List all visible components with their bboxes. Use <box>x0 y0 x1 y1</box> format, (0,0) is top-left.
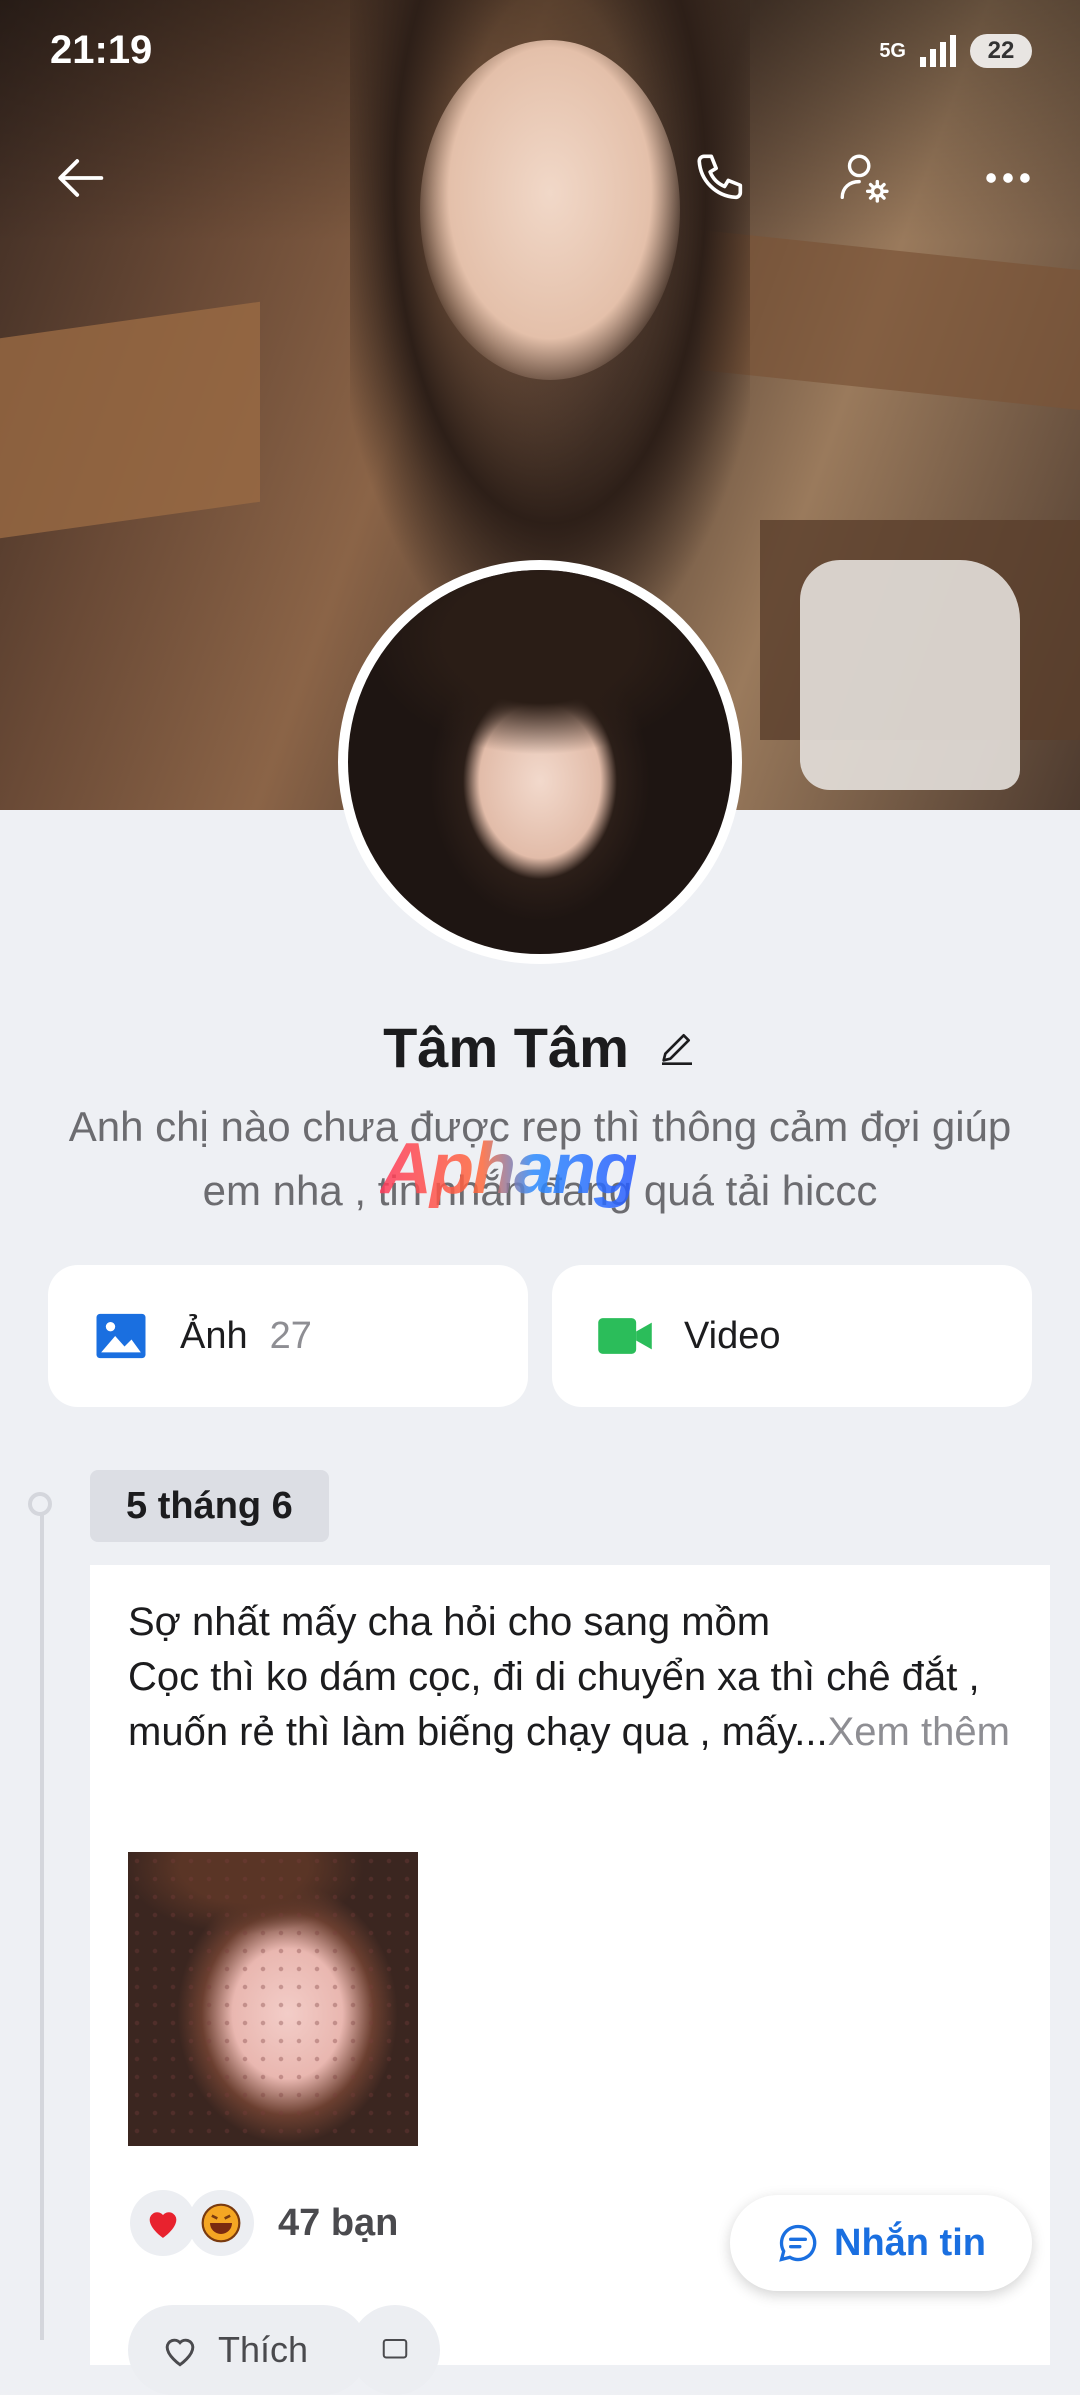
cover-decor <box>0 301 260 539</box>
laugh-reaction-icon <box>188 2190 254 2256</box>
videos-card[interactable]: Video <box>552 1265 1032 1407</box>
edit-name-button[interactable] <box>657 1015 697 1080</box>
cover-decor <box>800 560 1020 790</box>
status-indicators: 5G 22 <box>879 34 1032 68</box>
phone-icon <box>697 154 743 200</box>
post-photo[interactable] <box>128 1852 418 2146</box>
profile-name: Tâm Tâm <box>383 1016 629 1079</box>
photos-label: Ảnh <box>180 1314 248 1357</box>
cover-decor <box>700 230 1080 410</box>
status-time: 21:19 <box>50 28 153 72</box>
like-button[interactable]: Thích <box>128 2305 368 2395</box>
signal-icon <box>920 35 956 67</box>
chat-bubble-icon <box>779 2224 817 2262</box>
more-dots-icon <box>986 173 1030 183</box>
profile-avatar[interactable] <box>338 560 742 964</box>
message-button[interactable]: Nhắn tin <box>730 2195 1032 2291</box>
heart-outline-icon <box>165 2338 195 2367</box>
video-camera-icon <box>596 1307 654 1365</box>
network-type: 5G <box>879 40 906 62</box>
timeline-dot <box>28 1492 52 1516</box>
profile-name-row: Tâm Tâm <box>0 1015 1080 1080</box>
battery-icon: 22 <box>970 34 1032 68</box>
post-text[interactable]: Sợ nhất mấy cha hỏi cho sang mồm Cọc thì… <box>128 1595 1028 1760</box>
status-bar: 21:19 5G 22 <box>0 0 1080 108</box>
comment-icon <box>382 2339 408 2359</box>
message-label: Nhắn tin <box>834 2221 986 2264</box>
user-gear-icon <box>840 154 889 203</box>
call-button[interactable] <box>683 140 759 216</box>
battery-level: 22 <box>987 37 1015 64</box>
image-icon <box>92 1307 150 1365</box>
profile-settings-button[interactable] <box>826 140 902 216</box>
comment-button[interactable] <box>350 2305 440 2395</box>
photos-count: 27 <box>269 1314 312 1357</box>
reaction-count: 47 bạn <box>278 2201 399 2244</box>
back-button[interactable] <box>44 140 120 216</box>
timeline-line <box>40 1500 44 2340</box>
watermark: Aphang <box>380 1129 638 1209</box>
photos-card[interactable]: Ảnh 27 <box>48 1265 528 1407</box>
more-options-button[interactable] <box>970 140 1046 216</box>
see-more-link[interactable]: Xem thêm <box>828 1710 1010 1754</box>
post-date: 5 tháng 6 <box>90 1470 329 1542</box>
avatar-image <box>348 570 732 954</box>
arrow-left-icon <box>58 159 104 197</box>
reaction-summary[interactable]: 47 bạn <box>130 2190 398 2256</box>
pencil-icon <box>661 1034 692 1065</box>
heart-reaction-icon <box>130 2190 196 2256</box>
video-label: Video <box>684 1314 781 1357</box>
like-label: Thích <box>218 2329 309 2370</box>
